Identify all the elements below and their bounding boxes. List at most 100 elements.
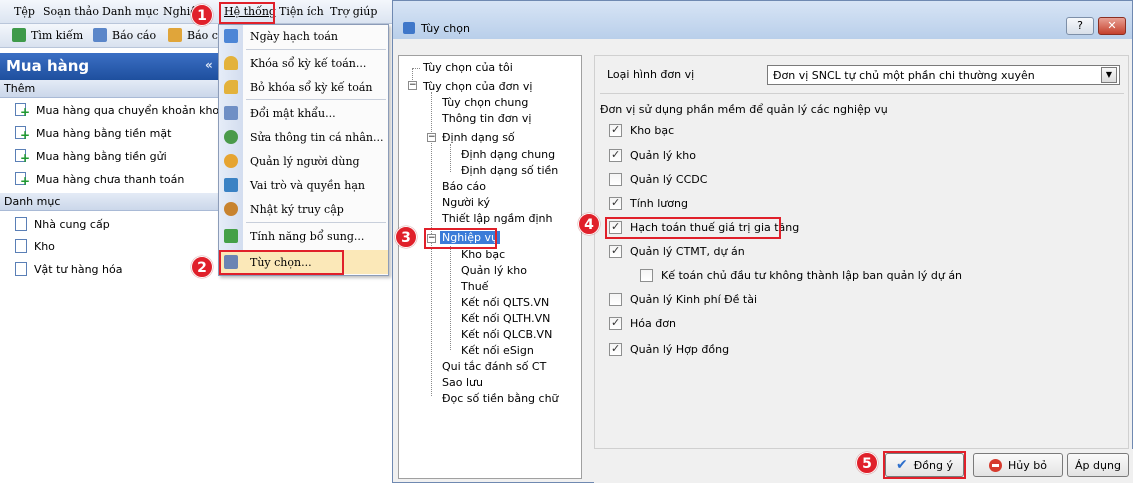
search-label: Tìm kiếm bbox=[31, 28, 84, 42]
collapse-icon[interactable]: « bbox=[205, 58, 213, 72]
list-item[interactable]: + Mua hàng bằng tiền gửi bbox=[15, 149, 167, 164]
list-item[interactable]: Kho bbox=[15, 239, 55, 253]
checkbox[interactable] bbox=[609, 196, 622, 210]
tree-item[interactable]: Người ký bbox=[442, 196, 490, 209]
menu-file[interactable]: Tệp bbox=[14, 5, 35, 18]
option-payroll[interactable]: Tính lương bbox=[609, 196, 688, 210]
list-item[interactable]: Vật tư hàng hóa bbox=[15, 262, 122, 276]
apply-label: Áp dụng bbox=[1075, 458, 1121, 472]
menu-item-label: Quản lý người dùng bbox=[250, 154, 360, 168]
tree-item[interactable]: Định dạng số tiền bbox=[461, 164, 558, 177]
option-projects[interactable]: Quản lý CTMT, dự án bbox=[609, 244, 745, 258]
list-item-label: Vật tư hàng hóa bbox=[34, 262, 123, 276]
footprints-icon bbox=[224, 202, 238, 216]
cancel-button[interactable]: Hủy bỏ bbox=[973, 453, 1063, 477]
tree-item[interactable]: Kết nối eSign bbox=[461, 344, 534, 357]
checkbox[interactable] bbox=[609, 173, 622, 186]
checkbox[interactable] bbox=[609, 342, 622, 356]
collapse-icon[interactable]: − bbox=[408, 81, 417, 90]
role-icon bbox=[224, 178, 238, 192]
tree-item[interactable]: Thuế bbox=[461, 280, 488, 293]
checkbox[interactable] bbox=[609, 316, 622, 330]
tree-item[interactable]: Định dạng chung bbox=[461, 148, 555, 161]
tree-item[interactable]: Thông tin đơn vị bbox=[442, 112, 531, 125]
section-catalog[interactable]: Danh mục bbox=[0, 193, 220, 211]
option-label: Kho bạc bbox=[630, 124, 675, 137]
checkbox[interactable] bbox=[609, 293, 622, 306]
menu-item-edit-profile[interactable]: Sửa thông tin cá nhân... bbox=[220, 125, 388, 149]
checkbox[interactable] bbox=[609, 123, 622, 137]
collapse-icon[interactable]: − bbox=[427, 133, 436, 142]
option-label: Hóa đơn bbox=[630, 317, 676, 330]
tree-item[interactable]: Sao lưu bbox=[442, 376, 483, 389]
tree-item[interactable]: Qui tắc đánh số CT bbox=[442, 360, 546, 373]
add-document-icon: + bbox=[15, 172, 30, 187]
list-item[interactable]: Nhà cung cấp bbox=[15, 217, 110, 231]
tree-item[interactable]: Kết nối QLCB.VN bbox=[461, 328, 552, 341]
option-invoices[interactable]: Hóa đơn bbox=[609, 316, 676, 330]
menu-item-label: Vai trò và quyền hạn bbox=[250, 178, 365, 192]
dialog-title: Tùy chọn bbox=[421, 22, 470, 35]
menu-item-lock-period[interactable]: Khóa sổ kỳ kế toán... bbox=[220, 51, 388, 75]
calendar-icon bbox=[224, 29, 238, 43]
tree-item[interactable]: Báo cáo bbox=[442, 180, 486, 193]
checkbox[interactable] bbox=[609, 148, 622, 162]
menu-item-manage-users[interactable]: Quản lý người dùng bbox=[220, 149, 388, 173]
report-button[interactable]: Báo cáo bbox=[93, 28, 156, 42]
menu-item-unlock-period[interactable]: Bỏ khóa sổ kỳ kế toán bbox=[220, 75, 388, 99]
menu-item-label: Bỏ khóa sổ kỳ kế toán bbox=[250, 80, 373, 94]
section-add[interactable]: Thêm bbox=[0, 80, 220, 98]
add-document-icon: + bbox=[15, 103, 30, 118]
menu-help[interactable]: Trợ giúp bbox=[330, 5, 377, 18]
tree-item[interactable]: Đọc số tiền bằng chữ bbox=[442, 392, 559, 405]
tree-item[interactable]: Kết nối QLTS.VN bbox=[461, 296, 549, 309]
highlight-ok-button bbox=[883, 451, 966, 479]
tree-item[interactable]: Tùy chọn của tôi bbox=[423, 61, 513, 74]
list-item[interactable]: + Mua hàng bằng tiền mặt bbox=[15, 126, 171, 141]
key-icon bbox=[224, 106, 238, 120]
document-icon bbox=[15, 262, 27, 276]
checkbox[interactable] bbox=[609, 244, 622, 258]
tree-item[interactable]: Quản lý kho bbox=[461, 264, 527, 277]
option-tools[interactable]: Quản lý CCDC bbox=[609, 173, 707, 186]
option-research-funds[interactable]: Quản lý Kinh phí Đề tài bbox=[609, 293, 757, 306]
close-button[interactable]: ✕ bbox=[1098, 17, 1126, 35]
menu-item-label: Nhật ký truy cập bbox=[250, 202, 344, 216]
checkbox[interactable] bbox=[640, 269, 653, 282]
tree-item[interactable]: Kết nối QLTH.VN bbox=[461, 312, 550, 325]
menu-utilities[interactable]: Tiện ích bbox=[279, 5, 324, 18]
menu-edit[interactable]: Soạn thảo bbox=[43, 5, 99, 18]
usage-label: Đơn vị sử dụng phần mềm để quản lý các n… bbox=[600, 103, 888, 116]
apply-button[interactable]: Áp dụng bbox=[1067, 453, 1129, 477]
list-item-label: Nhà cung cấp bbox=[34, 217, 110, 231]
tree-connector bbox=[450, 246, 451, 350]
menu-item-posting-date[interactable]: Ngày hạch toán bbox=[220, 24, 388, 48]
option-label: Quản lý kho bbox=[630, 149, 696, 162]
tree-item[interactable]: Kho bạc bbox=[461, 248, 505, 261]
search-button[interactable]: Tìm kiếm bbox=[12, 28, 83, 42]
option-investor-accounting[interactable]: Kế toán chủ đầu tư không thành lập ban q… bbox=[640, 269, 962, 282]
menu-item-label: Tính năng bổ sung... bbox=[250, 229, 365, 243]
option-contracts[interactable]: Quản lý Hợp đồng bbox=[609, 342, 730, 356]
report2-button[interactable]: Báo c bbox=[168, 28, 218, 42]
list-item[interactable]: + Mua hàng qua chuyển khoản kho... bbox=[15, 103, 229, 118]
menu-catalog[interactable]: Danh mục bbox=[102, 5, 159, 18]
chevron-down-icon[interactable]: ▼ bbox=[1101, 67, 1117, 83]
step-badge-1: 1 bbox=[191, 4, 213, 26]
tree-item[interactable]: Thiết lập ngầm định bbox=[442, 212, 553, 225]
menu-item-addons[interactable]: Tính năng bổ sung... bbox=[220, 224, 388, 248]
add-document-icon: + bbox=[15, 126, 30, 141]
tree-item[interactable]: Tùy chọn của đơn vị bbox=[423, 80, 532, 93]
tree-connector bbox=[450, 144, 451, 172]
list-item[interactable]: + Mua hàng chưa thanh toán bbox=[15, 172, 184, 187]
option-treasury[interactable]: Kho bạc bbox=[609, 123, 675, 137]
menu-item-change-password[interactable]: Đổi mật khẩu... bbox=[220, 101, 388, 125]
help-button[interactable]: ? bbox=[1066, 17, 1094, 35]
tree-item[interactable]: Định dạng số bbox=[442, 131, 515, 144]
menu-item-roles[interactable]: Vai trò và quyền hạn bbox=[220, 173, 388, 197]
tree-item[interactable]: Tùy chọn chung bbox=[442, 96, 528, 109]
user-edit-icon bbox=[224, 130, 238, 144]
option-warehouse[interactable]: Quản lý kho bbox=[609, 148, 696, 162]
option-label: Quản lý Hợp đồng bbox=[630, 343, 730, 356]
menu-item-access-log[interactable]: Nhật ký truy cập bbox=[220, 197, 388, 221]
